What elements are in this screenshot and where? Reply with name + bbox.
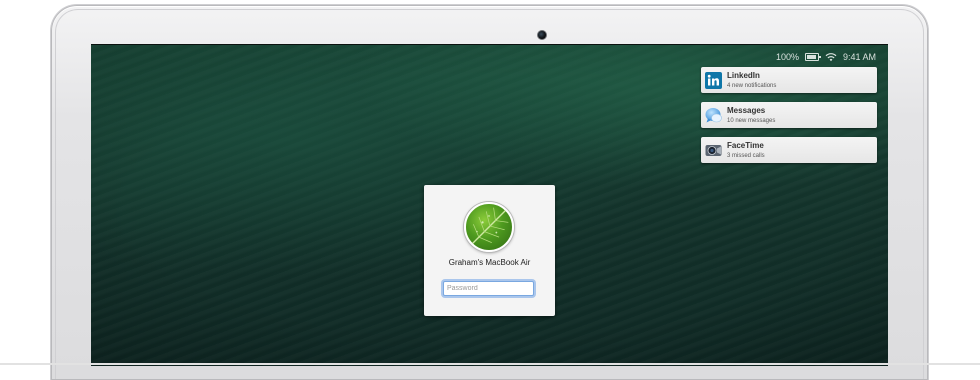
- notification-title: Messages: [727, 105, 766, 115]
- login-panel: Graham's MacBook Air: [424, 185, 555, 316]
- clock: 9:41 AM: [842, 52, 876, 62]
- notification-list: LinkedIn 4 new notifications Messages 10…: [701, 67, 877, 172]
- wifi-icon: [825, 53, 837, 62]
- leaf-avatar: [471, 207, 509, 245]
- messages-icon: [705, 107, 722, 122]
- notification-detail: 4 new notifications: [727, 82, 777, 89]
- notification-title: FaceTime: [727, 140, 764, 150]
- linkedin-icon: [705, 71, 722, 89]
- facetime-icon: [705, 144, 722, 156]
- computer-name: Graham's MacBook Air: [448, 258, 531, 267]
- notification-detail: 10 new messages: [727, 117, 776, 124]
- notification-detail: 3 missed calls: [727, 152, 765, 159]
- camera-icon: [537, 30, 547, 40]
- notification-linkedin[interactable]: LinkedIn 4 new notifications: [701, 67, 877, 93]
- menu-bar-status: 100% 9:41 AM: [776, 50, 876, 64]
- battery-percentage: 100%: [775, 52, 799, 62]
- notification-title: LinkedIn: [727, 70, 760, 80]
- notification-messages[interactable]: Messages 10 new messages: [701, 102, 877, 128]
- notification-facetime[interactable]: FaceTime 3 missed calls: [701, 137, 877, 163]
- lock-screen: 100% 9:41 AM LinkedIn 4 new notification…: [91, 44, 888, 366]
- battery-icon: [804, 53, 821, 61]
- password-field[interactable]: [443, 281, 534, 296]
- user-avatar[interactable]: [464, 202, 514, 252]
